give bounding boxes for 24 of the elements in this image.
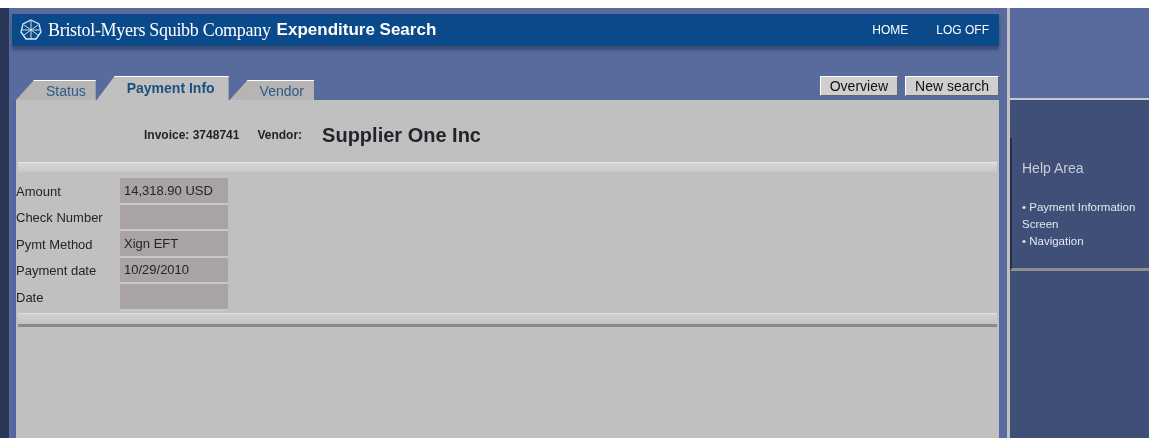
vendor-label: Vendor: xyxy=(257,127,303,144)
field-label: Payment date xyxy=(16,262,98,280)
tab[interactable]: Payment Info xyxy=(96,76,229,100)
vendor-name: Supplier One Inc xyxy=(322,123,481,148)
app-title: Expenditure Search xyxy=(276,19,437,42)
help-link[interactable]: • Payment Information Screen xyxy=(1022,199,1145,233)
nav-link-item[interactable]: LOG OFF xyxy=(936,21,989,39)
tab[interactable]: Status xyxy=(16,80,96,100)
field-label: Date xyxy=(16,288,45,307)
field-label: Check Number xyxy=(16,209,104,227)
help-title: Help Area xyxy=(1022,159,1085,178)
field-value: Xign EFT xyxy=(120,231,228,258)
action-button[interactable]: New search xyxy=(905,76,999,96)
field-value: 14,318.90 USD xyxy=(120,178,228,205)
help-link[interactable]: • Navigation xyxy=(1022,233,1145,250)
invoice-number: Invoice: 3748741 xyxy=(144,127,240,144)
tab[interactable]: Vendor xyxy=(229,80,314,100)
nav-link-item[interactable]: HOME xyxy=(872,21,909,39)
company-name: Bristol-Myers Squibb Company xyxy=(48,18,271,42)
field-value: 10/29/2010 xyxy=(120,257,228,284)
field-label: Pymt Method xyxy=(16,235,94,254)
action-button[interactable]: Overview xyxy=(819,76,899,96)
field-label: Amount xyxy=(16,182,62,201)
logo-icon xyxy=(20,19,42,41)
